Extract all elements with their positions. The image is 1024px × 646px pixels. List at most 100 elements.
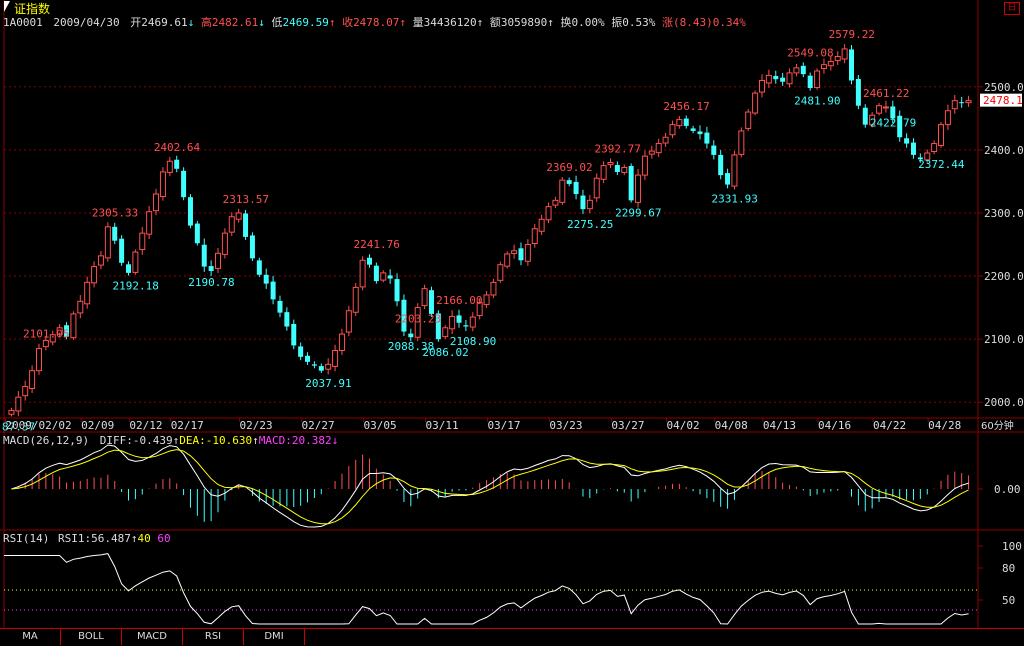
low-label: 2372.44 xyxy=(918,158,965,171)
candle-body-up xyxy=(97,255,104,266)
amount-value: 3059890 xyxy=(500,16,548,29)
candle-body-up xyxy=(662,136,669,144)
candle-body-up xyxy=(483,294,490,306)
up-arrow-icon: ↑ xyxy=(547,16,554,29)
candle-body-up xyxy=(84,281,91,305)
period-toggle-button[interactable]: 日 xyxy=(1004,2,1020,15)
high-label: 2101.05 xyxy=(23,328,69,341)
candle-body-up xyxy=(91,266,98,284)
date-tick-label: 2009/02/02 xyxy=(5,419,71,432)
candle-body-down xyxy=(580,195,586,210)
candle-body-up xyxy=(104,226,111,259)
candle-body-up xyxy=(538,218,545,232)
candle-body-down xyxy=(456,315,462,323)
price-grid xyxy=(4,86,983,403)
low-label: 2275.25 xyxy=(567,218,613,231)
price-tick-label: 2500.0 xyxy=(984,81,1024,94)
candle-body-down xyxy=(855,78,861,106)
candle-body-up xyxy=(814,70,821,89)
candle-body-up xyxy=(758,79,765,93)
candle-body-down xyxy=(862,107,868,125)
mouse-cursor-icon xyxy=(4,1,10,12)
high-label: 2392.77 xyxy=(595,143,641,156)
candle-body-down xyxy=(725,173,731,185)
candle-body-down xyxy=(394,279,400,302)
open-label: 开 xyxy=(130,16,142,29)
high-label: 2402.64 xyxy=(154,141,201,154)
high-label: 2203.23 xyxy=(395,313,441,326)
turnover-value: 0.00% xyxy=(571,16,605,29)
low-value: 2469.59 xyxy=(282,16,329,29)
candle-body-up xyxy=(827,61,834,67)
quote-date: 2009/04/30 xyxy=(53,16,120,29)
candle-body-down xyxy=(249,235,255,259)
rsi1-value: 56.487 xyxy=(91,532,131,545)
period-label: 60分钟 xyxy=(981,419,1014,432)
rsi-panel[interactable]: 100 80 50 xyxy=(4,540,1022,625)
low-label: 低 xyxy=(271,16,283,29)
price-tick-label: 2300.0 xyxy=(984,207,1024,220)
candle-body-up xyxy=(648,150,655,155)
candle-body-up xyxy=(42,339,49,348)
candle-body-down xyxy=(194,223,200,244)
tab-boll[interactable]: BOLL xyxy=(61,629,122,645)
current-price-tag-label: 2478.1 xyxy=(983,94,1023,107)
rsi-tick-label: 80 xyxy=(1002,562,1015,575)
low-label: 2108.90 xyxy=(450,335,496,348)
macd-label: MACD(26,12,9) xyxy=(3,434,90,447)
candle-body-up xyxy=(35,348,42,372)
tab-dmi[interactable]: DMI xyxy=(244,629,305,645)
candle-body-down xyxy=(311,364,317,366)
low-label: 2037.91 xyxy=(305,377,351,390)
candle-body-down xyxy=(208,266,214,272)
tab-macd[interactable]: MACD xyxy=(122,629,183,645)
date-tick-label: 04/22 xyxy=(873,419,906,432)
date-tick-label: 04/13 xyxy=(763,419,796,432)
candle-body-up xyxy=(380,272,387,281)
low-label: 2192.18 xyxy=(113,280,159,293)
candle-body-down xyxy=(243,213,249,237)
macd-panel[interactable]: 0.00 xyxy=(11,444,1021,528)
stock-chart[interactable]: 2000.02100.02200.02300.02400.02500.02478… xyxy=(0,0,1024,645)
date-tick-label: 02/09 xyxy=(81,419,114,432)
candle-body-down xyxy=(800,65,806,75)
candle-body-down xyxy=(270,281,276,300)
low-label: 2299.67 xyxy=(615,207,661,220)
up-arrow-icon: ↑ xyxy=(399,16,407,29)
candle-body-up xyxy=(70,313,77,339)
low-label: 2422.79 xyxy=(870,117,916,130)
price-tick-label: 2000.0 xyxy=(984,396,1024,409)
change-value: (8.43)0.34% xyxy=(673,16,746,29)
high-label: 2241.76 xyxy=(354,238,400,251)
volume-label: 量 xyxy=(412,16,424,29)
candle-body-down xyxy=(773,75,779,80)
candle-body-down xyxy=(318,366,324,371)
macd-diff-line xyxy=(11,444,969,528)
down-arrow-icon: ↓ xyxy=(331,434,339,447)
candle-body-down xyxy=(849,49,854,81)
candle-body-down xyxy=(298,346,304,357)
candle-body-up xyxy=(841,48,848,60)
candle-body-up xyxy=(752,92,759,114)
high-label: 2579.22 xyxy=(829,28,875,41)
candle-body-down xyxy=(807,75,813,89)
tab-rsi[interactable]: RSI xyxy=(183,629,244,645)
candle-body-down xyxy=(904,138,910,144)
candle-body-up xyxy=(359,259,366,288)
diff-value: -0.439 xyxy=(132,434,173,447)
tab-ma[interactable]: MA xyxy=(0,629,61,645)
candle-body-down xyxy=(277,300,283,313)
candle-body-up xyxy=(531,228,538,244)
candle-body-down xyxy=(614,165,620,172)
candle-body-up xyxy=(421,288,428,307)
price-tick-label: 2200.0 xyxy=(984,270,1024,283)
candle-body-down xyxy=(408,333,414,338)
volume-value: 34436120 xyxy=(423,16,477,29)
date-tick-label: 03/05 xyxy=(364,419,397,432)
candle-body-up xyxy=(635,174,642,203)
up-arrow-icon: ↑ xyxy=(328,16,336,29)
candle-body-down xyxy=(126,264,131,273)
candle-body-down xyxy=(284,312,290,327)
candle-body-up xyxy=(166,160,173,173)
candle-body-up xyxy=(641,155,648,176)
